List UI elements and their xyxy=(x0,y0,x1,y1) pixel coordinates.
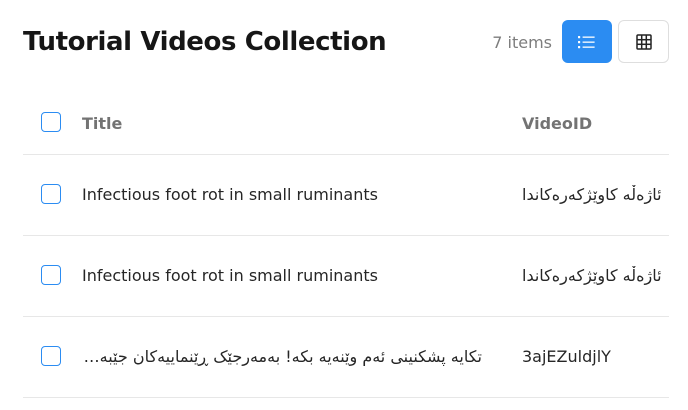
list-view-button[interactable] xyxy=(562,20,612,63)
table-row[interactable]: Infectious foot rot in small ruminants ئ… xyxy=(23,155,669,236)
item-count: 7 items xyxy=(492,33,552,52)
table-row[interactable]: تکایە پشکنینی ئەم وێنەیە بکە! بەمەرجێک ڕ… xyxy=(23,317,669,398)
page-title: Tutorial Videos Collection xyxy=(23,27,387,57)
page-header: Tutorial Videos Collection 7 items xyxy=(23,20,669,66)
video-id: ئاژەڵە کاوێژکەرەکاندا xyxy=(522,266,662,285)
video-id: ئاژەڵە کاوێژکەرەکاندا xyxy=(522,185,662,204)
table-row[interactable]: Infectious foot rot in small ruminants ئ… xyxy=(23,236,669,317)
row-checkbox[interactable] xyxy=(41,184,61,204)
list-icon xyxy=(578,35,596,49)
video-title: Infectious foot rot in small ruminants xyxy=(82,266,378,285)
select-all-checkbox[interactable] xyxy=(41,112,61,132)
video-title: Infectious foot rot in small ruminants xyxy=(82,185,378,204)
video-title: تکایە پشکنینی ئەم وێنەیە بکە! بەمەرجێک ڕ… xyxy=(82,347,482,366)
column-header-title[interactable]: Title xyxy=(82,114,482,133)
grid-view-button[interactable] xyxy=(618,20,669,63)
column-header-videoid[interactable]: VideoID xyxy=(522,114,669,133)
row-checkbox[interactable] xyxy=(41,346,61,366)
video-id: 3ajEZuldjlY xyxy=(522,347,611,366)
videos-table: Title VideoID Infectious foot rot in sma… xyxy=(23,91,669,398)
table-header-row: Title VideoID xyxy=(23,91,669,155)
grid-icon xyxy=(635,33,652,50)
row-checkbox[interactable] xyxy=(41,265,61,285)
